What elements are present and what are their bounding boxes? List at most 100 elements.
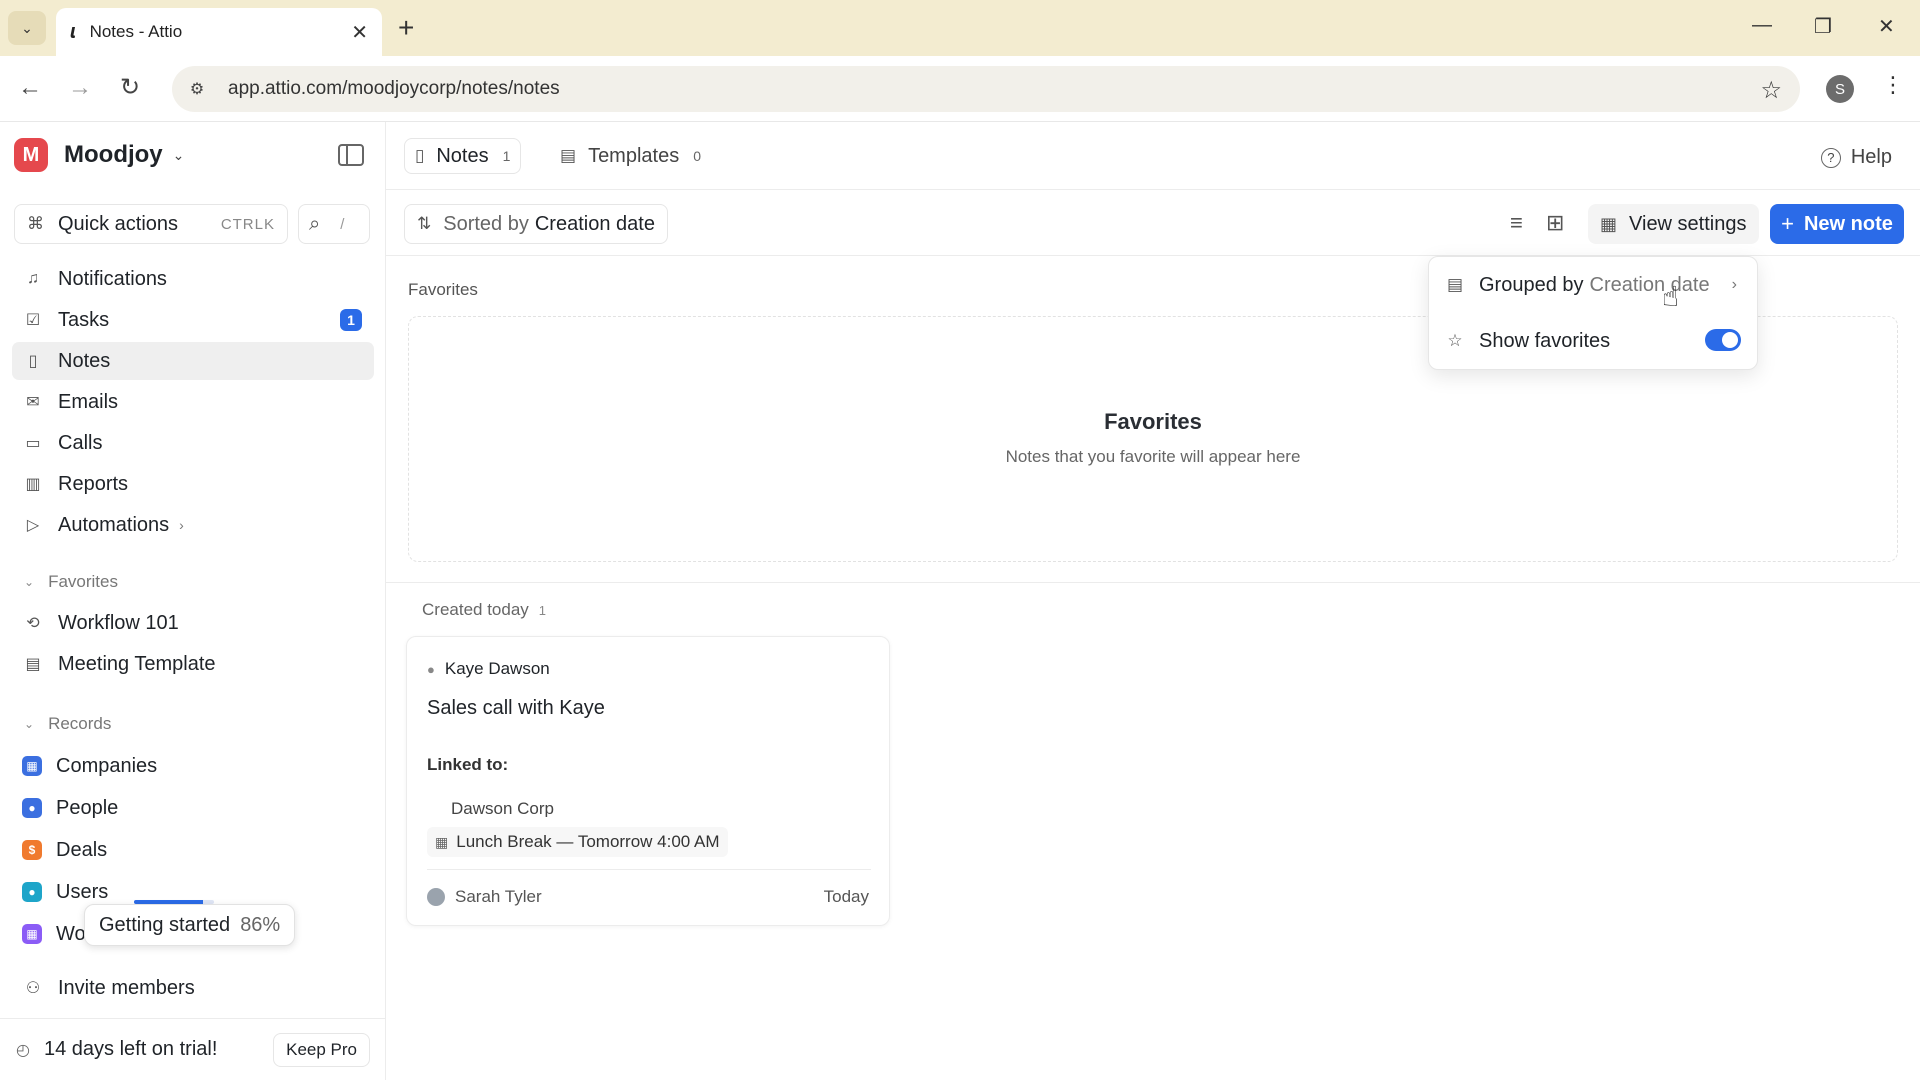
note-author-name: Sarah Tyler (455, 887, 542, 906)
group-icon: ▤ (1446, 275, 1464, 294)
tab-templates[interactable]: ▤ Templates 0 (550, 138, 711, 174)
address-url[interactable]: app.attio.com/moodjoycorp/notes/notes (228, 78, 560, 100)
records-section-header[interactable]: ⌄ Records (24, 714, 111, 734)
bookmark-star-icon[interactable]: ☆ (1760, 76, 1782, 105)
tab-search-button[interactable]: ⌄ (8, 11, 46, 45)
favorites-group-label: Favorites (408, 280, 478, 299)
sidebar-item-label: Calls (58, 431, 103, 454)
bell-icon: ♫ (27, 270, 39, 287)
person-icon: ● (427, 661, 435, 677)
tab-label: Notes (436, 144, 489, 167)
sort-value: Creation date (534, 212, 655, 235)
getting-started-percent: 86% (240, 913, 281, 936)
chevron-down-icon: ⌄ (172, 146, 185, 163)
sidebar-item-calls[interactable]: ▭ Calls (12, 424, 374, 462)
sort-button[interactable]: ⇅ Sorted by Creation date (404, 204, 668, 244)
sidebar-item-notes[interactable]: ▯ Notes (12, 342, 374, 380)
sidebar-item-companies[interactable]: ▦ Companies (12, 747, 374, 785)
note-event-label: Lunch Break — Tomorrow 4:00 AM (456, 832, 720, 851)
search-shortcut: / (340, 215, 345, 233)
group-count: 1 (538, 602, 547, 618)
trial-banner: ◴ 14 days left on trial! Keep Pro (0, 1018, 386, 1080)
browser-menu-icon[interactable]: ⋮ (1882, 72, 1904, 98)
browser-tab[interactable]: ɩ Notes - Attio ✕ (56, 8, 382, 56)
forward-arrow-icon[interactable]: → (68, 74, 92, 102)
note-linked-label: Linked to: (427, 755, 509, 774)
profile-avatar[interactable]: S (1826, 75, 1854, 103)
template-icon: ▤ (560, 146, 577, 165)
chevron-right-icon: › (1731, 276, 1737, 293)
group-header-created-today: Created today 1 (422, 600, 546, 620)
show-favorites-toggle[interactable] (1705, 329, 1741, 351)
view-settings-menu: ▤ Grouped by Creation date › ☆ Show favo… (1428, 256, 1758, 370)
close-window-icon[interactable]: ✕ (1878, 14, 1895, 39)
site-settings-icon[interactable]: ⚙ (184, 76, 210, 102)
file-icon: ▯ (28, 353, 38, 370)
tasks-count-badge: 1 (340, 309, 362, 331)
sidebar-item-emails[interactable]: ✉ Emails (12, 383, 374, 421)
sort-prefix: Sorted by (443, 212, 529, 235)
tab-notes[interactable]: ▯ Notes 1 (404, 138, 522, 174)
getting-started-button[interactable]: Getting started 86% (84, 904, 296, 946)
invite-members-button[interactable]: ⚇ Invite members (12, 969, 374, 1007)
chevron-down-icon: ⌄ (21, 19, 33, 36)
show-favorites-label: Show favorites (1479, 329, 1611, 352)
restore-window-icon[interactable]: ❐ (1814, 14, 1832, 39)
new-tab-button[interactable]: + (398, 12, 414, 44)
help-label: Help (1850, 146, 1892, 168)
invite-members-label: Invite members (58, 976, 195, 999)
deals-icon: $ (22, 840, 42, 860)
reload-icon[interactable]: ↻ (120, 74, 140, 102)
mail-icon: ✉ (26, 394, 40, 411)
new-note-button[interactable]: + New note (1770, 204, 1904, 244)
sidebar-item-label: Tasks (58, 308, 110, 331)
show-favorites-menu-item[interactable]: ☆ Show favorites (1437, 319, 1751, 363)
address-bar[interactable]: ⚙ app.attio.com/moodjoycorp/notes/notes … (172, 66, 1800, 112)
help-button[interactable]: ? Help (1820, 146, 1892, 169)
sidebar-item-people[interactable]: ● People (12, 789, 374, 827)
list-view-icon[interactable]: ≡ (1510, 210, 1523, 236)
sidebar-item-notifications[interactable]: ♫ Notifications (12, 260, 374, 298)
note-event-chip[interactable]: ▦ Lunch Break — Tomorrow 4:00 AM (427, 827, 728, 857)
view-settings-button[interactable]: ▦ View settings (1588, 204, 1759, 244)
sidebar-item-meeting-template[interactable]: ▤ Meeting Template (12, 645, 374, 683)
note-author: Sarah Tyler (427, 887, 542, 907)
quick-actions-button[interactable]: ⌘ Quick actions CTRLK (14, 204, 288, 244)
sidebar-item-workflow-101[interactable]: ⟲ Workflow 101 (12, 604, 374, 642)
sidebar-item-label: Automations (58, 513, 170, 536)
sidebar-item-tasks[interactable]: ☑ Tasks 1 (12, 301, 374, 339)
note-card[interactable]: ● Kaye Dawson Sales call with Kaye Linke… (406, 636, 890, 926)
companies-icon: ▦ (22, 756, 42, 776)
page-tabs: ▯ Notes 1 ▤ Templates 0 ? Help (386, 122, 1920, 190)
sidebar-item-label: Notes (58, 349, 111, 372)
sidebar-item-label: Users (56, 880, 109, 903)
attio-favicon-icon: ɩ (70, 20, 76, 43)
keep-pro-button[interactable]: Keep Pro (273, 1033, 370, 1067)
plus-icon: + (1781, 211, 1794, 236)
sidebar-item-label: Emails (58, 390, 119, 413)
grouped-by-menu-item[interactable]: ▤ Grouped by Creation date › (1437, 263, 1751, 307)
favorites-section-header[interactable]: ⌄ Favorites (24, 572, 118, 592)
close-tab-icon[interactable]: ✕ (351, 20, 368, 45)
sidebar-item-reports[interactable]: ▥ Reports (12, 465, 374, 503)
minimize-window-icon[interactable]: — (1752, 14, 1772, 37)
sidebar-item-label: Workflow 101 (58, 611, 179, 634)
favorites-section-label: Favorites (48, 572, 118, 591)
back-arrow-icon[interactable]: ← (18, 74, 42, 102)
workspace-switcher[interactable]: M Moodjoy ⌄ (14, 138, 184, 172)
search-button[interactable]: ⌕ / (298, 204, 370, 244)
note-person[interactable]: ● Kaye Dawson (427, 659, 550, 679)
sidebar-item-automations[interactable]: ▷ Automations › (12, 506, 374, 544)
play-icon: ▷ (26, 517, 40, 534)
command-icon: ⌘ (27, 214, 44, 233)
trial-label: 14 days left on trial! (43, 1038, 218, 1060)
sidebar-item-label: Companies (56, 754, 158, 777)
avatar (427, 888, 445, 906)
grid-view-icon[interactable]: ⊞ (1546, 210, 1564, 236)
collapse-sidebar-icon[interactable] (338, 144, 364, 166)
help-circle-icon: ? (1820, 147, 1841, 168)
sidebar-item-deals[interactable]: $ Deals (12, 831, 374, 869)
view-toolbar: ⇅ Sorted by Creation date ≡ ⊞ ▦ View set… (386, 190, 1920, 256)
workspace-logo: M (14, 138, 48, 172)
chevron-right-icon: › (179, 517, 184, 533)
